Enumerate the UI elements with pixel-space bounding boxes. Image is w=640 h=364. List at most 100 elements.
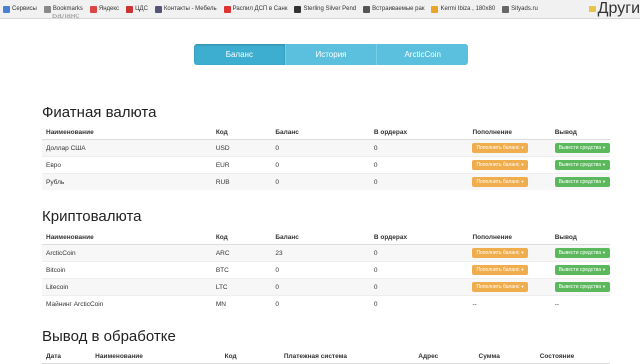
bookmark-label: Встраиваемые рак <box>372 6 425 12</box>
cell-code: MN <box>211 295 272 312</box>
bookmark-favicon-icon <box>43 5 51 13</box>
cell-balance: 0 <box>271 278 370 296</box>
caret-down-icon: ▼ <box>602 250 606 255</box>
cell-deposit: Пополнить баланс▼ <box>468 244 551 262</box>
bookmark-favicon-icon <box>154 5 162 13</box>
column-header: Адрес <box>414 350 475 364</box>
bookmark-favicon-icon <box>3 5 10 13</box>
bookmark-item[interactable]: Bookmarks <box>43 5 83 13</box>
tab-arcticcoin[interactable]: ArcticCoin <box>377 44 468 65</box>
empty-value: -- <box>472 300 477 308</box>
column-header: Код <box>211 231 272 245</box>
caret-down-icon: ▼ <box>602 179 606 184</box>
tab-balance[interactable]: Баланс <box>194 44 286 65</box>
tab-history[interactable]: История <box>285 44 378 65</box>
deposit-button[interactable]: Пополнить баланс▼ <box>472 160 529 170</box>
account-tabs: Баланс История ArcticCoin <box>194 44 468 65</box>
column-header: Вывод <box>550 231 610 245</box>
deposit-button[interactable]: Пополнить баланс▼ <box>472 143 529 153</box>
bookmark-label: Распил ДСП в Санк <box>232 6 288 12</box>
withdraw-button[interactable]: Вывести средства▼ <box>554 177 610 187</box>
caret-down-icon: ▼ <box>602 162 606 167</box>
bookmark-favicon-icon <box>294 5 302 13</box>
column-header: Дата <box>42 350 92 364</box>
cell-orders: 0 <box>369 139 469 157</box>
cell-orders: 0 <box>369 173 469 190</box>
cut-off-heading: Баланс <box>52 14 80 19</box>
deposit-button[interactable]: Пополнить баланс▼ <box>472 282 529 292</box>
bookmark-label: Яндекс <box>98 6 120 12</box>
cell-deposit: Пополнить баланс▼ <box>468 261 551 279</box>
deposit-button[interactable]: Пополнить баланс▼ <box>472 177 529 187</box>
bookmark-item[interactable]: Контакты - Мебель <box>154 5 217 13</box>
cell-balance: 0 <box>271 295 370 312</box>
bookmark-item[interactable]: Встраиваемые рак <box>363 5 425 13</box>
deposit-button-label: Пополнить баланс <box>476 162 520 168</box>
bookmark-item[interactable]: Kermi Ibiza , 180x80 <box>431 5 496 13</box>
cell-orders: 0 <box>369 295 469 312</box>
cell-name: Litecoin <box>42 278 212 296</box>
other-bookmarks[interactable]: Други <box>580 0 640 18</box>
cell-code: USD <box>211 139 272 157</box>
cell-withdraw: Вывести средства▼ <box>550 156 610 174</box>
bookmark-item[interactable]: Sityads.ru <box>502 5 538 13</box>
pending-table: Дата Наименование Код Платежная система Адре… <box>42 350 610 364</box>
fiat-table: Наименование Код Баланс В ордерах Пополнение… <box>42 126 610 190</box>
cell-orders: 0 <box>369 278 469 296</box>
cell-deposit: Пополнить баланс▼ <box>468 139 551 157</box>
bookmark-favicon-icon <box>431 5 439 13</box>
table-row: Рубль RUB 0 0 Пополнить баланс▼ Вывести средс… <box>42 173 610 190</box>
deposit-button[interactable]: Пополнить баланс▼ <box>472 265 529 275</box>
bookmark-label: Kermi Ibiza , 180x80 <box>440 6 496 12</box>
bookmark-label: Контакты - Мебель <box>163 6 217 12</box>
column-header: Пополнение <box>468 126 551 140</box>
bookmark-label: Bookmarks <box>52 6 83 12</box>
cell-code: LTC <box>211 278 272 296</box>
caret-down-icon: ▼ <box>520 284 525 289</box>
bookmark-item[interactable]: Распил ДСП в Санк <box>223 5 288 13</box>
cell-withdraw: Вывести средства▼ <box>550 173 610 190</box>
caret-down-icon: ▼ <box>520 250 525 255</box>
column-header: Сумма <box>474 350 536 364</box>
table-row: Майнинг ArcticCoin MN 0 0 -- -- <box>42 295 610 312</box>
deposit-button-label: Пополнить баланс <box>476 267 520 273</box>
cell-name: Bitcoin <box>42 261 212 279</box>
cell-name: Рубль <box>42 173 212 190</box>
bookmark-label: ЦДС <box>135 6 148 12</box>
cell-orders: 0 <box>369 156 469 174</box>
cell-withdraw: Вывести средства▼ <box>550 244 610 262</box>
bookmark-favicon-icon <box>126 5 134 13</box>
crypto-title: Криптовалюта <box>42 208 142 225</box>
withdraw-button[interactable]: Вывести средства▼ <box>554 143 610 153</box>
withdraw-button[interactable]: Вывести средства▼ <box>554 160 610 170</box>
bookmark-label: Sityads.ru <box>511 6 538 12</box>
column-header: Код <box>220 350 280 364</box>
column-header: Платежная система <box>279 350 415 364</box>
cell-code: ARC <box>211 244 272 262</box>
caret-down-icon: ▼ <box>520 179 525 184</box>
cell-balance: 23 <box>271 244 370 262</box>
bookmark-favicon-icon <box>223 5 231 13</box>
deposit-button-label: Пополнить баланс <box>476 145 520 151</box>
bookmark-item[interactable]: Яндекс <box>89 5 120 13</box>
cell-withdraw: -- <box>550 295 610 312</box>
cell-balance: 0 <box>271 139 370 157</box>
bookmark-favicon-icon <box>363 5 371 13</box>
bookmark-label: Sterling Silver Pend <box>303 6 357 12</box>
bookmark-item[interactable]: Sterling Silver Pend <box>294 5 357 13</box>
table-row: ArcticCoin ARC 23 0 Пополнить баланс▼ Вывести… <box>42 244 610 262</box>
withdraw-button-label: Вывести средства <box>558 162 602 168</box>
cell-deposit: Пополнить баланс▼ <box>468 173 551 190</box>
withdraw-button-label: Вывести средства <box>558 250 602 256</box>
withdraw-button-label: Вывести средства <box>558 179 602 185</box>
withdraw-button[interactable]: Вывести средства▼ <box>554 265 610 275</box>
withdraw-button[interactable]: Вывести средства▼ <box>554 282 610 292</box>
column-header: В ордерах <box>369 231 469 245</box>
column-header: Код <box>211 126 272 140</box>
bookmark-item[interactable]: Сервисы <box>3 5 37 13</box>
cell-name: Доллар США <box>42 139 212 157</box>
deposit-button[interactable]: Пополнить баланс▼ <box>472 248 529 258</box>
bookmark-item[interactable]: ЦДС <box>126 5 148 13</box>
table-row: Доллар США USD 0 0 Пополнить баланс▼ Вывести … <box>42 139 610 157</box>
withdraw-button[interactable]: Вывести средства▼ <box>554 248 610 258</box>
